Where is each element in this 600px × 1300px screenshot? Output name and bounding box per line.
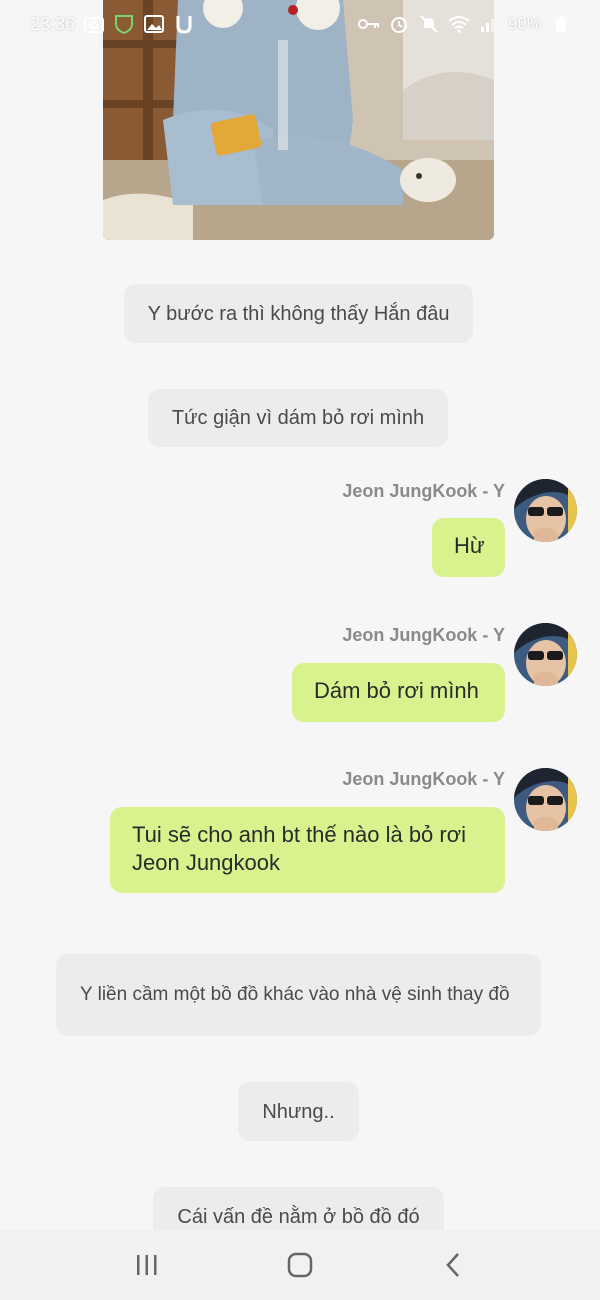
character-message-bubble: Hừ [432,518,505,577]
back-button[interactable] [423,1235,483,1295]
narration-bubble: Y bước ra thì không thấy Hắn đâu [124,284,473,343]
back-icon [446,1253,460,1277]
home-icon [287,1252,313,1278]
u-app-icon [173,13,195,35]
narration-text: Y liền cầm một bồ đồ khác vào nhà vệ sin… [80,984,510,1005]
character-message-bubble: Tui sẽ cho anh bt thế nào là bỏ rơi Jeon… [110,807,505,893]
narration-text: Tức giận vì dám bỏ rơi mình [171,407,425,429]
recent-apps-icon [136,1255,157,1275]
narration-bubble: Nhưng.. [238,1082,359,1141]
battery-icon [550,13,572,35]
narration-text: Cái vấn đề nằm ở bồ đồ đó [177,1205,420,1228]
battery-level: 90% [507,14,542,33]
signal-icon [478,13,500,35]
character-message-bubble: Dám bỏ rơi mình [292,663,505,722]
navigation-bar [0,1230,600,1300]
home-button[interactable] [270,1235,330,1295]
sender-name: Jeon JungKook - Y [342,769,505,789]
status-bar: 23:36 90% [0,0,600,48]
camera-icon [83,13,105,35]
message-text: Tui sẽ cho anh bt thế nào là bỏ rơi Jeon… [132,822,467,875]
chat-screen: 23:36 90% Y bước ra thì không thấy Hắn đ… [0,0,600,1300]
gallery-icon [143,13,165,35]
narration-bubble: Tức giận vì dám bỏ rơi mình [148,389,448,447]
sender-name: Jeon JungKook - Y [342,481,505,501]
avatar[interactable] [514,623,577,686]
sender-name: Jeon JungKook - Y [342,625,505,645]
status-time: 23:36 [30,13,76,34]
avatar[interactable] [514,479,577,542]
vpn-shield-icon [113,13,135,35]
narration-text: Nhưng.. [262,1100,335,1123]
message-text: Dám bỏ rơi mình [314,678,479,703]
narration-bubble: Y liền cầm một bồ đồ khác vào nhà vệ sin… [56,954,541,1036]
mute-icon [418,13,440,35]
alarm-icon [388,13,410,35]
recent-apps-button[interactable] [117,1235,177,1295]
wifi-icon [448,13,470,35]
message-text: Hừ [454,533,485,558]
key-icon [357,13,380,35]
narration-text: Y bước ra thì không thấy Hắn đâu [147,302,450,325]
avatar[interactable] [514,768,577,831]
